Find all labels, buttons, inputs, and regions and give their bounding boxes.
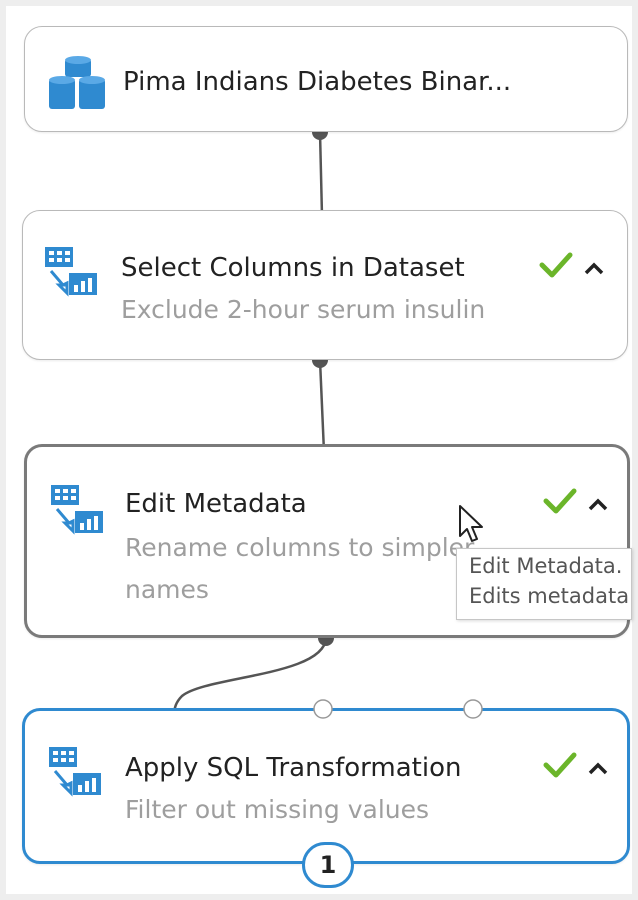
connector-3	[172, 637, 328, 717]
experiment-canvas[interactable]: Pima Indians Diabetes Binar... Select Co…	[6, 6, 632, 894]
table-transform-icon	[43, 245, 99, 301]
module-tooltip: Edit Metadata. Edits metadata	[456, 548, 632, 620]
select-columns-module[interactable]: Select Columns in Dataset Exclude 2-hour…	[22, 210, 628, 360]
chevron-up-icon[interactable]	[587, 761, 609, 780]
module-title: Apply SQL Transformation	[125, 753, 462, 783]
chevron-up-icon[interactable]	[583, 261, 605, 280]
module-title: Select Columns in Dataset	[121, 253, 465, 283]
output-port-badge[interactable]: 1	[302, 842, 354, 888]
input-port-empty-3[interactable]	[462, 698, 484, 720]
connector-1	[318, 131, 324, 217]
module-title: Edit Metadata	[125, 489, 307, 519]
module-description: Exclude 2-hour serum insulin	[121, 295, 486, 324]
table-transform-icon	[49, 483, 105, 539]
module-description: Filter out missing values	[125, 795, 430, 824]
checkmark-icon	[543, 751, 577, 783]
dataset-module[interactable]: Pima Indians Diabetes Binar...	[24, 26, 628, 132]
checkmark-icon	[543, 487, 577, 519]
tooltip-title: Edit Metadata.	[469, 554, 623, 578]
checkmark-icon	[539, 251, 573, 283]
chevron-up-icon[interactable]	[587, 497, 609, 516]
input-port-empty-2[interactable]	[312, 698, 334, 720]
module-description: Rename columns to simpler names	[125, 533, 475, 604]
apply-sql-module[interactable]: Apply SQL Transformation Filter out miss…	[22, 708, 630, 864]
module-title: Pima Indians Diabetes Binar...	[123, 67, 512, 97]
tooltip-description: Edits metadata	[469, 584, 630, 608]
mouse-pointer-icon	[458, 504, 486, 548]
table-transform-icon	[47, 745, 103, 801]
connector-2	[318, 359, 326, 453]
database-stack-icon	[47, 55, 109, 117]
